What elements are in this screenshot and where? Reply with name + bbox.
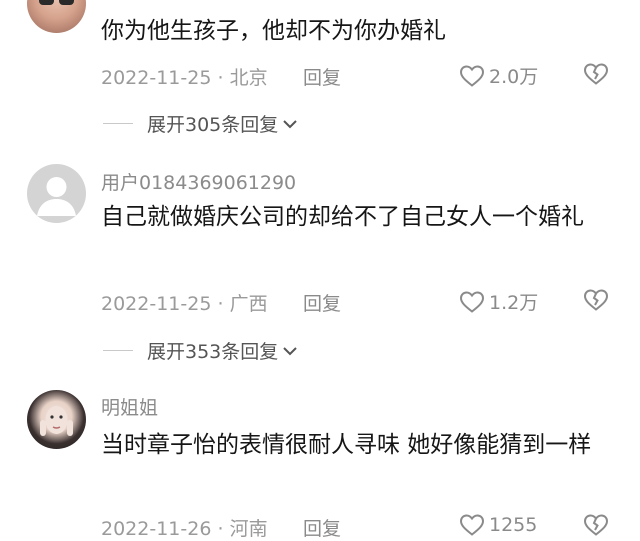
- divider: [103, 123, 133, 124]
- chevron-down-icon: [283, 346, 297, 355]
- comment-date: 2022-11-26: [101, 518, 212, 540]
- like-count: 1255: [489, 514, 538, 536]
- heart-icon: [459, 290, 485, 313]
- broken-heart-icon: [583, 289, 609, 311]
- avatar[interactable]: [27, 164, 86, 223]
- broken-heart-icon: [583, 63, 609, 85]
- dislike-button[interactable]: [583, 513, 609, 541]
- comment-location: 河南: [229, 518, 268, 540]
- expand-replies-label: 展开353条回复: [147, 341, 279, 363]
- expand-replies-button[interactable]: 展开305条回复: [103, 110, 298, 137]
- reply-button[interactable]: 回复: [303, 63, 341, 90]
- like-count: 1.2万: [489, 292, 539, 314]
- avatar[interactable]: [27, 390, 86, 449]
- like-count: 2.0万: [489, 66, 539, 88]
- portrait-avatar-art: [40, 406, 73, 436]
- expand-replies-label: 展开305条回复: [147, 114, 279, 136]
- comment-meta: 2022-11-25 · 北京: [101, 67, 268, 89]
- divider: [103, 350, 133, 351]
- comment-location: 广西: [229, 293, 268, 315]
- dislike-button[interactable]: [583, 62, 609, 90]
- reply-button[interactable]: 回复: [303, 514, 341, 541]
- heart-icon: [459, 64, 485, 87]
- reply-button[interactable]: 回复: [303, 289, 341, 316]
- avatar[interactable]: [27, 0, 86, 33]
- like-button[interactable]: 1255: [459, 513, 537, 537]
- comment-date: 2022-11-25: [101, 293, 212, 315]
- comment-text: 当时章子怡的表情很耐人寻味 她好像能猜到一样: [101, 432, 592, 458]
- comment-username[interactable]: 明姐姐: [101, 393, 158, 420]
- default-avatar-icon: [37, 177, 76, 216]
- comment-meta: 2022-11-26 · 河南: [101, 518, 268, 540]
- sunglasses-avatar-art: [39, 0, 74, 5]
- broken-heart-icon: [583, 514, 609, 536]
- comment-meta: 2022-11-25 · 广西: [101, 293, 268, 315]
- chevron-down-icon: [283, 119, 297, 128]
- expand-replies-button[interactable]: 展开353条回复: [103, 337, 298, 364]
- like-button[interactable]: 2.0万: [459, 62, 538, 89]
- comment-username[interactable]: 用户0184369061290: [101, 168, 296, 195]
- like-button[interactable]: 1.2万: [459, 288, 538, 315]
- dislike-button[interactable]: [583, 288, 609, 316]
- heart-icon: [459, 514, 485, 536]
- comment-date: 2022-11-25: [101, 67, 212, 89]
- comment-location: 北京: [229, 67, 268, 89]
- comment-text: 自己就做婚庆公司的却给不了自己女人一个婚礼: [101, 204, 584, 230]
- comment-text: 你为他生孩子，他却不为你办婚礼: [101, 18, 446, 44]
